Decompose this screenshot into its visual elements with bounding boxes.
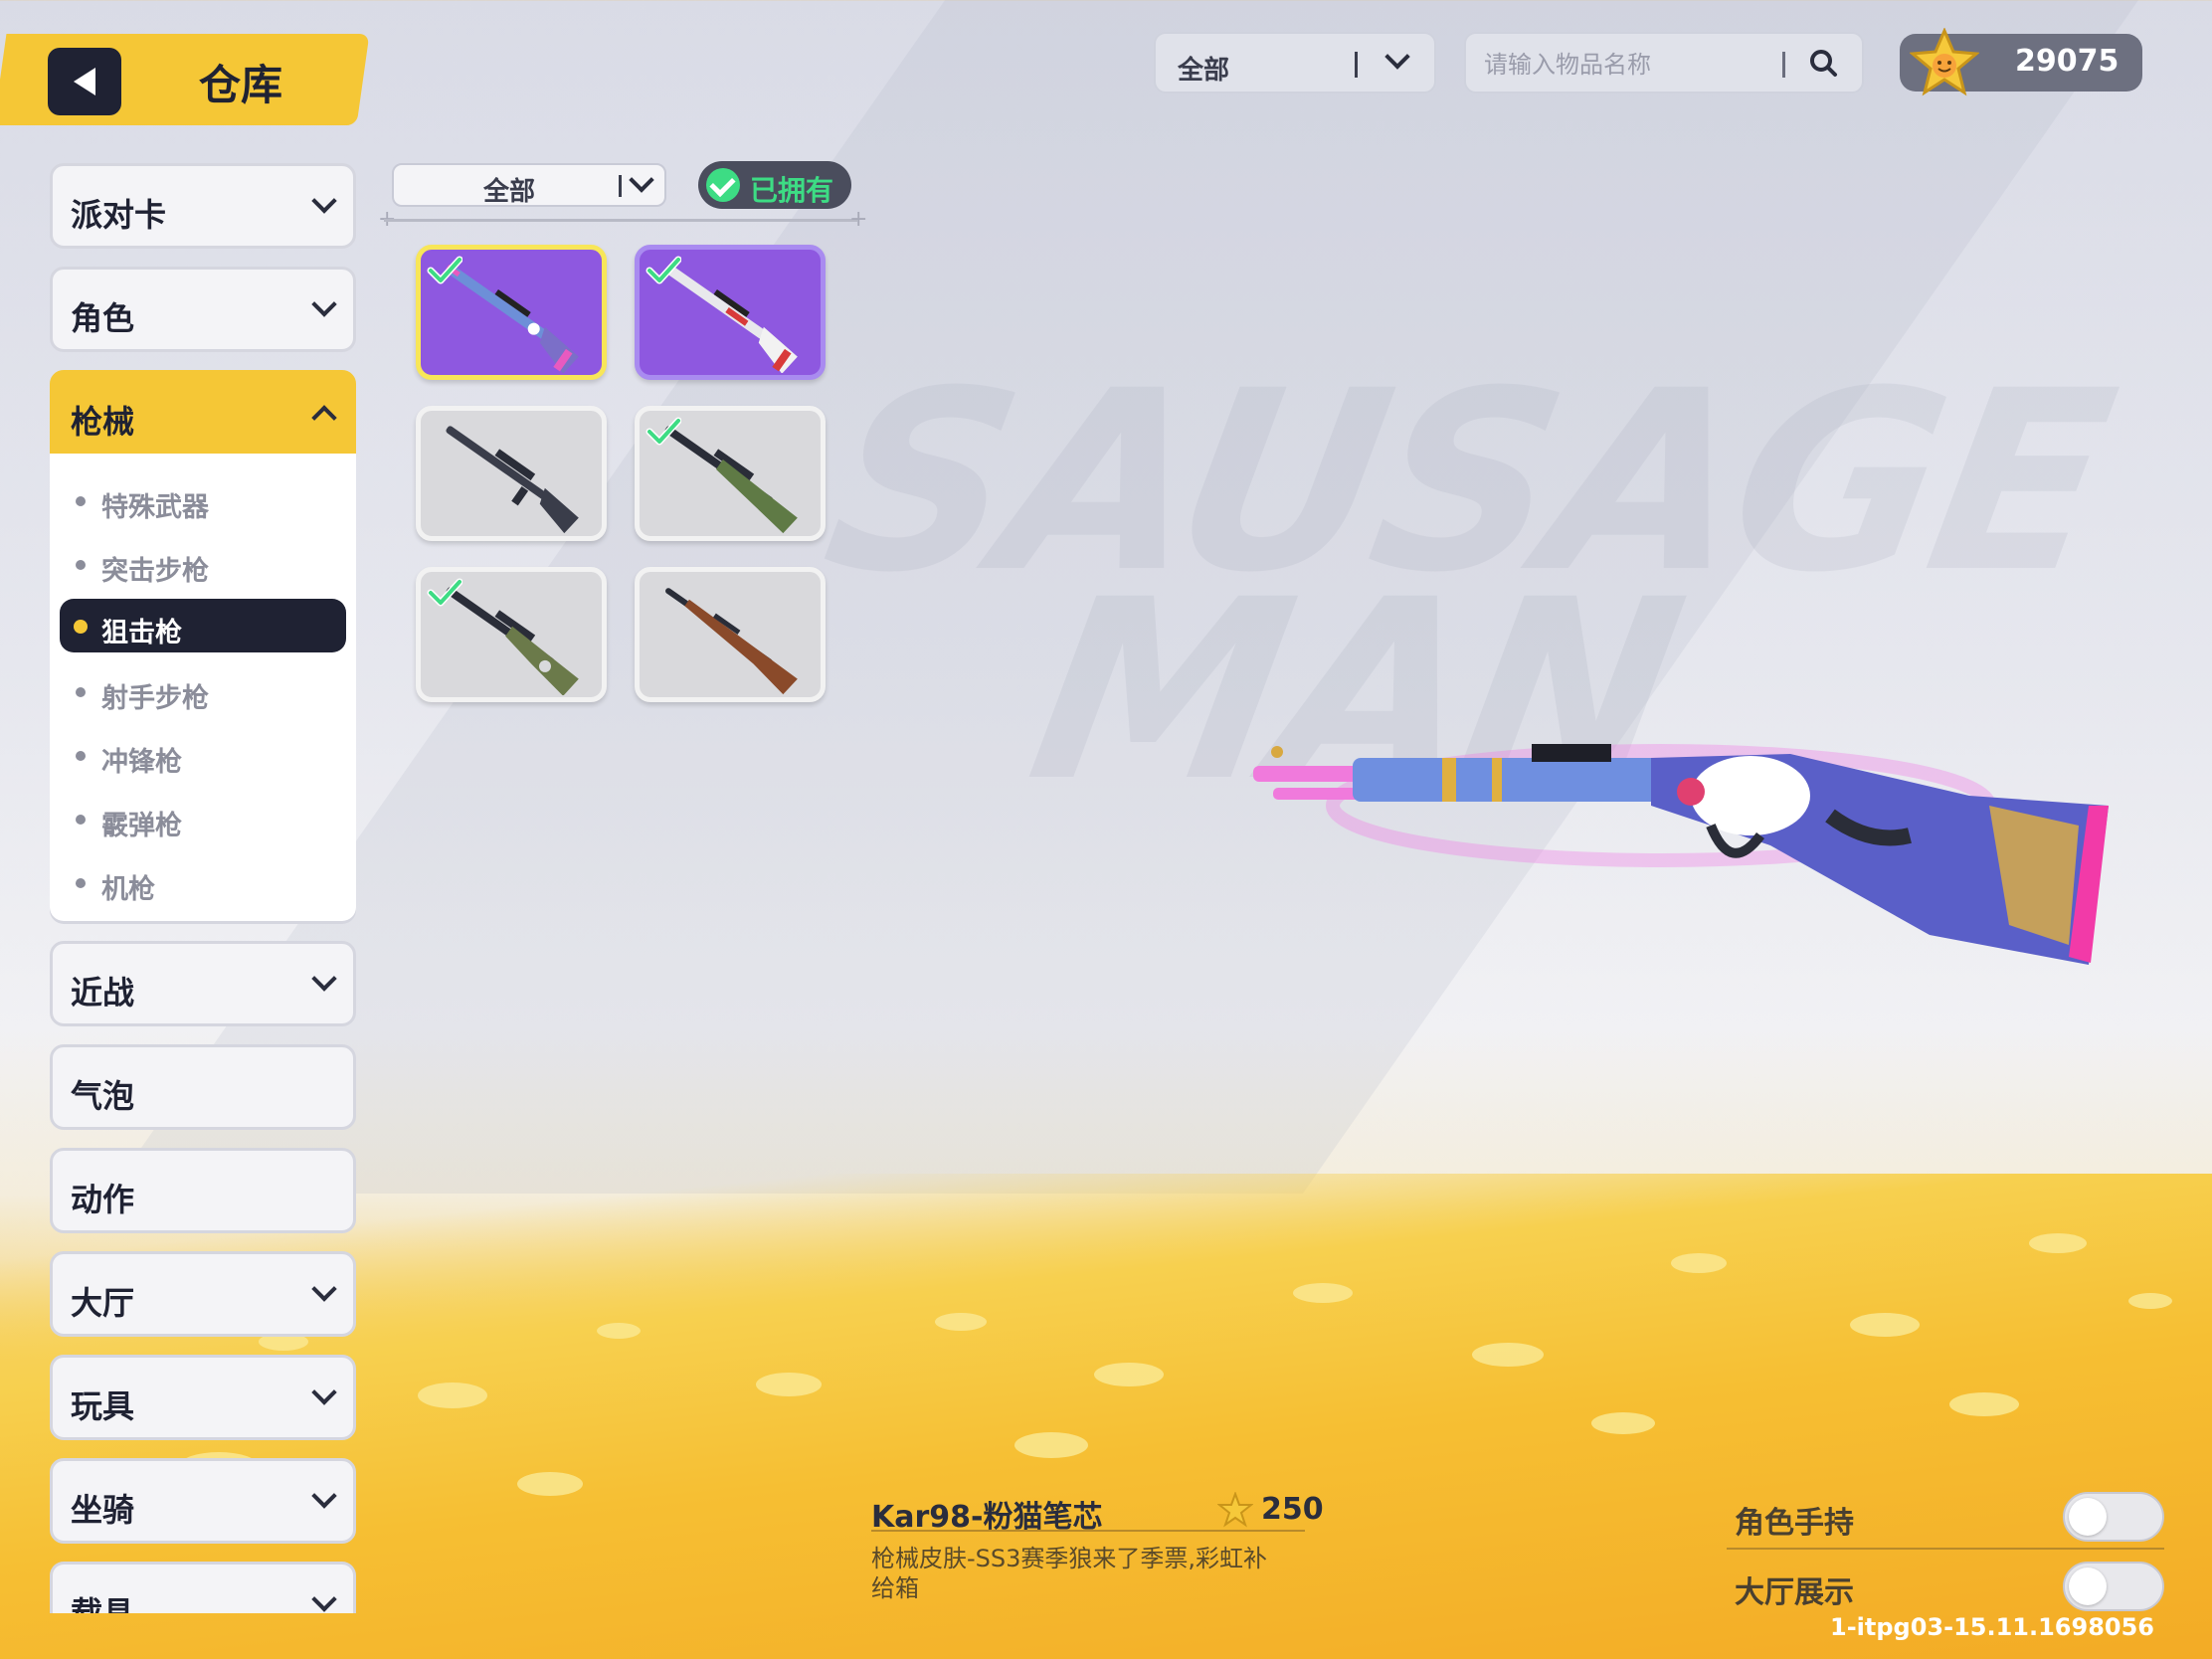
coin-amount: 29075 <box>2015 44 2120 79</box>
subcategory-label: 特殊武器 <box>101 492 209 523</box>
lobby-toggle-switch[interactable] <box>2063 1562 2164 1611</box>
bullet-dot <box>76 496 86 506</box>
bullet-dot <box>76 815 86 825</box>
sidebar-item-vehicle[interactable]: 载具 <box>50 1562 356 1613</box>
sidebar-item-label: 玩具 <box>71 1387 135 1425</box>
subcategory-label: 狙击枪 <box>101 618 182 648</box>
rarity-filter-value: 全部 <box>483 177 536 207</box>
back-arrow-icon <box>74 68 95 95</box>
item-price: 250 <box>1261 1492 1324 1527</box>
sidebar-item-label: 动作 <box>71 1181 135 1218</box>
chevron-down-icon <box>311 1483 337 1509</box>
sidebar-item-firearms[interactable]: 枪械 <box>50 370 356 456</box>
subcategory-label: 机枪 <box>101 874 155 905</box>
select-separator <box>619 175 622 197</box>
bullet-dot <box>76 878 86 888</box>
sidebar-item-label: 大厅 <box>71 1284 135 1322</box>
chevron-down-icon <box>629 167 654 193</box>
sidebar-item-melee[interactable]: 近战 <box>50 941 356 1026</box>
subcategory-machine-gun[interactable]: 机枪 <box>60 855 346 909</box>
select-separator <box>1355 52 1358 78</box>
chevron-down-icon <box>311 188 337 214</box>
chevron-down-icon <box>311 966 337 992</box>
back-button[interactable] <box>48 48 121 115</box>
chevron-down-icon <box>311 291 337 317</box>
rarity-filter-select[interactable]: 全部 <box>392 163 666 207</box>
rifle-wood-icon <box>665 588 798 695</box>
page-title: 仓库 <box>199 61 283 109</box>
subcategory-label: 射手步枪 <box>101 683 209 714</box>
switch-knob <box>2069 1498 2107 1536</box>
search-box[interactable] <box>1464 32 1864 93</box>
search-icon[interactable] <box>1808 48 1838 78</box>
subcategory-label: 冲锋枪 <box>101 747 182 778</box>
divider-cap: + <box>849 207 868 232</box>
subcategory-sniper-rifle[interactable]: 狙击枪 <box>60 599 346 652</box>
hold-option-label: 角色手持 <box>1735 1506 1854 1541</box>
owned-check-icon <box>645 417 681 446</box>
version-text: 1-itpg03-15.11.1698056 <box>1830 1613 2155 1641</box>
sidebar-item-lobby[interactable]: 大厅 <box>50 1251 356 1337</box>
subcategory-assault-rifle[interactable]: 突击步枪 <box>60 537 346 591</box>
owned-check-icon <box>645 256 681 284</box>
chevron-down-icon <box>311 1276 337 1302</box>
owned-check-icon <box>427 578 462 607</box>
sidebar-item-party-card[interactable]: 派对卡 <box>50 163 356 249</box>
chevron-down-icon <box>311 1586 337 1612</box>
sidebar-item-label: 坐骑 <box>71 1491 135 1529</box>
sidebar-item-label: 枪械 <box>71 403 135 441</box>
bullet-dot <box>76 751 86 761</box>
sidebar-item-toys[interactable]: 玩具 <box>50 1355 356 1440</box>
divider <box>871 1530 1305 1532</box>
owned-filter-label: 已拥有 <box>750 174 834 207</box>
sidebar-item-label: 近战 <box>71 974 135 1012</box>
item-card[interactable] <box>416 245 607 380</box>
item-card[interactable] <box>635 245 826 380</box>
subcategory-label: 突击步枪 <box>101 556 209 587</box>
coin-balance: 29075 <box>1900 28 2142 96</box>
divider <box>1727 1548 2164 1550</box>
sidebar-item-character[interactable]: 角色 <box>50 267 356 352</box>
weapon-preview-kar98 <box>1253 744 2109 965</box>
sidebar-item-emote[interactable]: 动作 <box>50 1148 356 1233</box>
item-card[interactable] <box>416 406 607 541</box>
check-circle-icon <box>706 168 740 202</box>
category-select-value: 全部 <box>1178 56 1230 86</box>
chevron-up-icon <box>311 405 337 431</box>
search-input[interactable] <box>1482 44 1764 86</box>
category-select[interactable]: 全部 <box>1154 32 1436 93</box>
divider <box>384 219 857 222</box>
sidebar-item-label: 载具 <box>71 1594 135 1613</box>
switch-knob <box>2069 1567 2107 1605</box>
star-coin-icon <box>1217 1492 1253 1528</box>
star-coin-icon <box>1910 28 1979 96</box>
bullet-dot <box>76 687 86 697</box>
sidebar-item-label: 气泡 <box>71 1077 135 1115</box>
firearms-subcategory-panel: 特殊武器 突击步枪 狙击枪 射手步枪 冲锋枪 霰弹枪 机枪 <box>50 454 356 921</box>
chevron-down-icon <box>311 1380 337 1405</box>
bullet-dot <box>76 560 86 570</box>
owned-filter-toggle[interactable]: 已拥有 <box>698 161 851 209</box>
search-separator <box>1782 52 1785 78</box>
bullet-dot <box>74 620 88 634</box>
sidebar-item-label: 角色 <box>71 299 135 337</box>
item-description: 枪械皮肤-SS3赛季狼来了季票,彩虹补给箱 <box>871 1545 1268 1602</box>
subcategory-marksman-rifle[interactable]: 射手步枪 <box>60 664 346 718</box>
subcategory-label: 霰弹枪 <box>101 811 182 841</box>
subcategory-smg[interactable]: 冲锋枪 <box>60 728 346 782</box>
hold-toggle-switch[interactable] <box>2063 1492 2164 1542</box>
item-card[interactable] <box>635 406 826 541</box>
owned-check-icon <box>427 256 462 284</box>
rifle-dark-icon <box>446 426 579 534</box>
sidebar-item-label: 派对卡 <box>71 196 167 234</box>
sidebar-item-bubble[interactable]: 气泡 <box>50 1044 356 1130</box>
subcategory-special-weapons[interactable]: 特殊武器 <box>60 473 346 527</box>
item-card[interactable] <box>635 567 826 702</box>
subcategory-shotgun[interactable]: 霰弹枪 <box>60 792 346 845</box>
lobby-option-label: 大厅展示 <box>1735 1575 1854 1610</box>
chevron-down-icon <box>1384 44 1410 70</box>
item-card[interactable] <box>416 567 607 702</box>
sidebar-item-mount[interactable]: 坐骑 <box>50 1458 356 1544</box>
